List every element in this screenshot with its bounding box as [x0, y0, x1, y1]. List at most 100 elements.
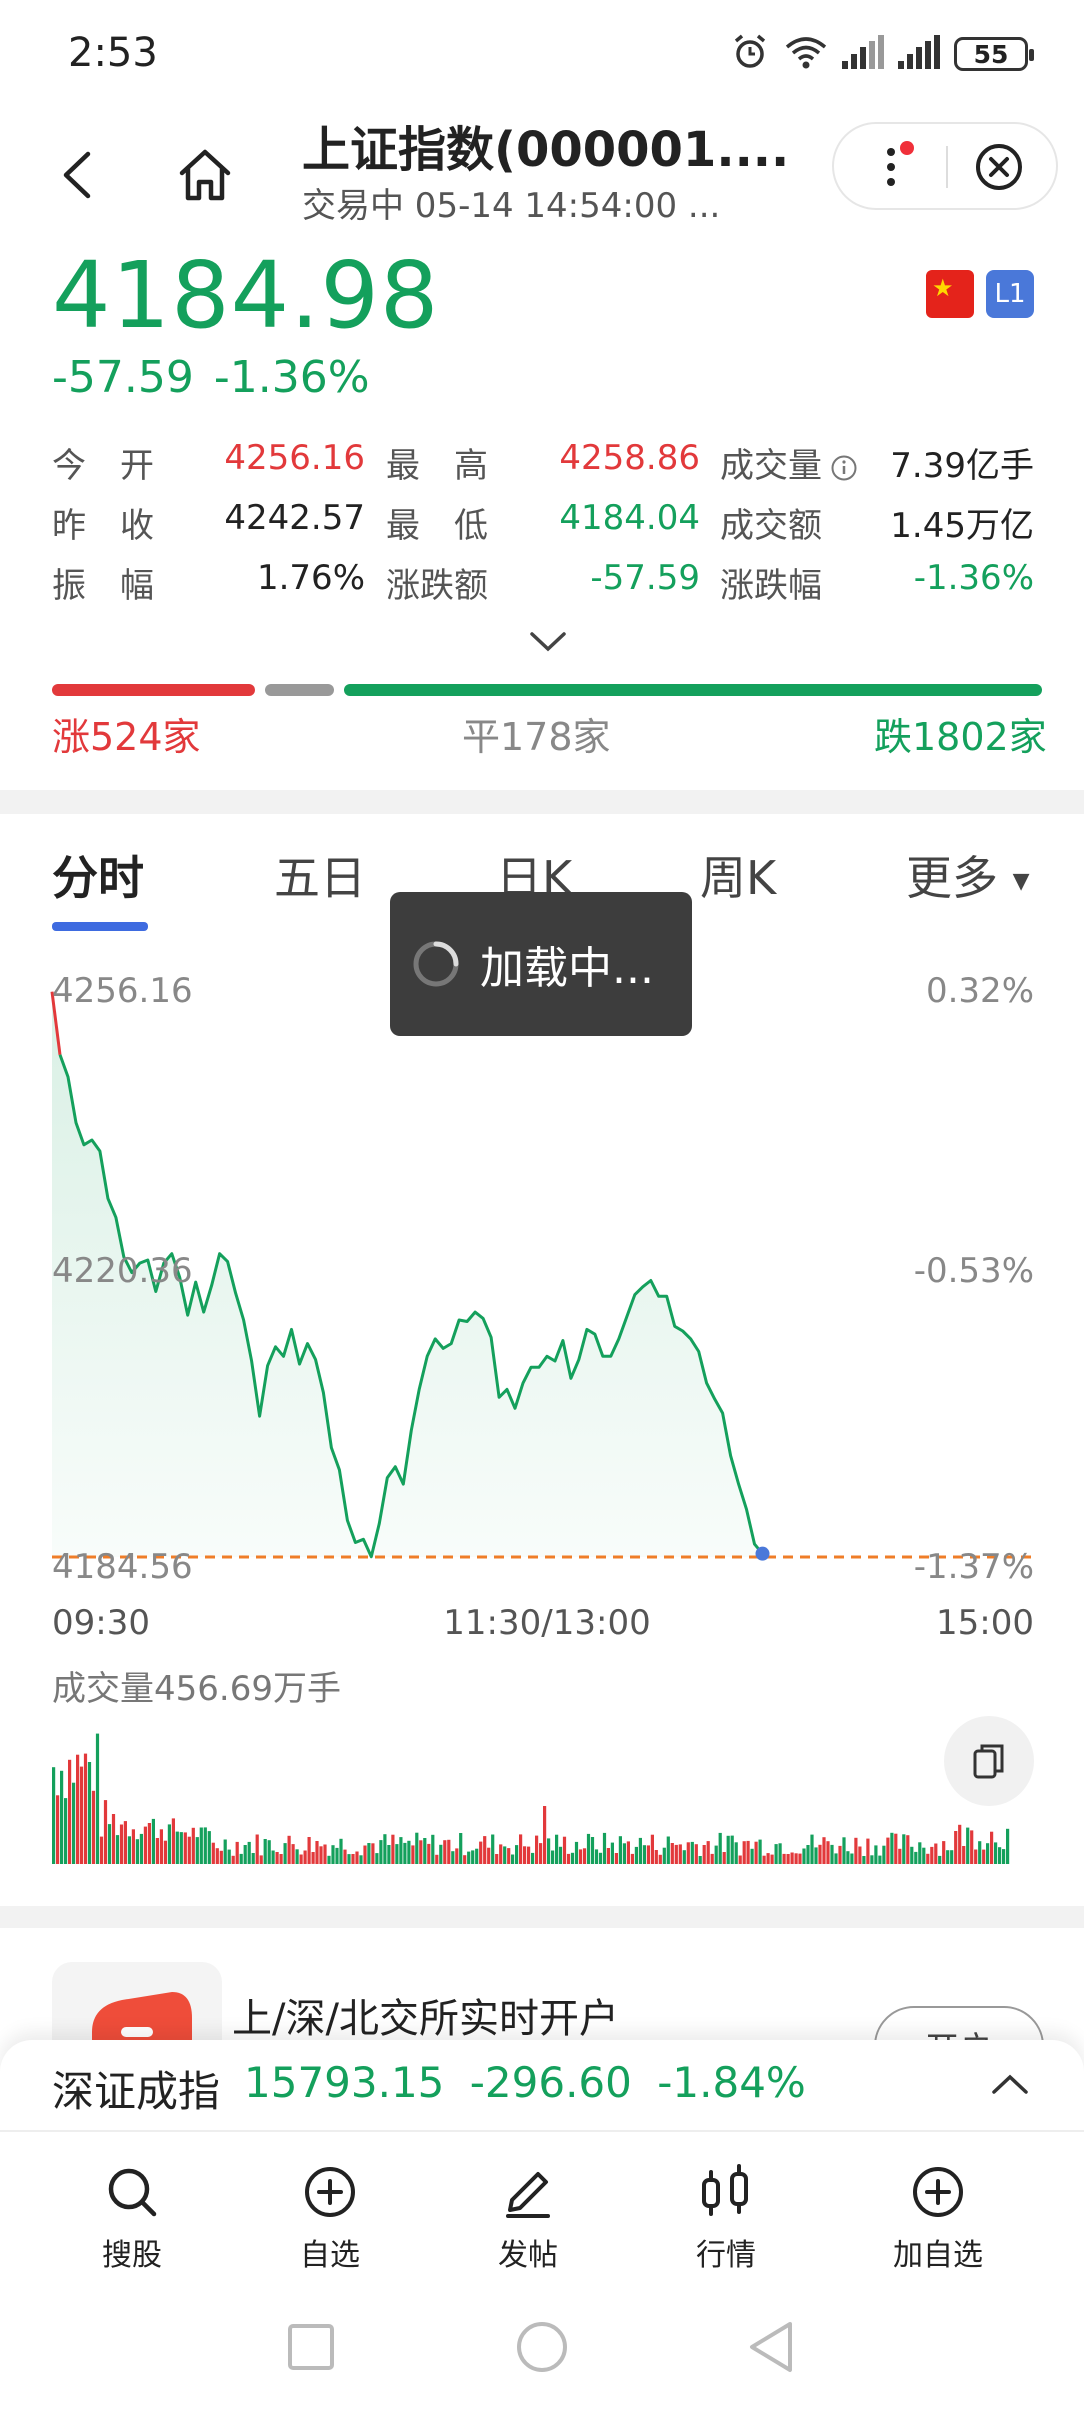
breadth-down-segment — [343, 684, 1042, 696]
stat-value: 1.76% — [256, 558, 365, 598]
tab-more[interactable]: 更多 ▼ — [906, 842, 1030, 908]
volume-bar — [551, 1850, 555, 1864]
volume-bar — [866, 1838, 870, 1864]
volume-bar — [566, 1853, 571, 1864]
volume-bar — [103, 1800, 108, 1864]
volume-bar — [954, 1831, 958, 1864]
volume-bar — [934, 1843, 938, 1864]
volume-bar — [730, 1835, 734, 1864]
volume-bar — [994, 1842, 998, 1864]
index-ticker[interactable]: 深证成指 15793.15 -296.60 -1.84% — [0, 2040, 1084, 2130]
expand-stats-button[interactable] — [524, 622, 572, 662]
volume-bar — [670, 1843, 674, 1864]
nav-watchlist[interactable]: 自选 — [250, 2160, 410, 2274]
status-icons: 55 — [730, 32, 1034, 76]
tab-weekly-k[interactable]: 周K — [700, 842, 776, 908]
volume-bar — [143, 1826, 147, 1864]
volume-bar — [483, 1836, 487, 1864]
volume-bar — [794, 1853, 798, 1864]
volume-bar — [327, 1855, 331, 1864]
caret-down-icon: ▼ — [1012, 869, 1030, 894]
unchanged-count: 平178家 — [462, 715, 611, 759]
info-icon[interactable] — [822, 446, 858, 486]
volume-bar — [511, 1854, 515, 1864]
loading-toast: 加载中... — [390, 892, 692, 1036]
more-button[interactable] — [864, 134, 930, 200]
pct-label-bottom: -1.37% — [914, 1547, 1034, 1587]
tab-five-day[interactable]: 五日 — [274, 842, 366, 908]
expand-ticker-button[interactable] — [986, 2062, 1034, 2106]
add-circle-icon — [906, 2160, 970, 2224]
volume-bar — [535, 1835, 539, 1864]
nav-post[interactable]: 发帖 — [448, 2160, 608, 2274]
tab-intraday[interactable]: 分时 — [52, 842, 144, 908]
volume-bar — [99, 1836, 104, 1864]
volume-bar — [199, 1827, 203, 1864]
volume-bar — [427, 1843, 431, 1864]
nav-add-watchlist[interactable]: 加自选 — [858, 2160, 1018, 2274]
volume-bar — [1006, 1828, 1010, 1864]
volume-bar — [574, 1841, 579, 1864]
stat-value: 4258.86 — [559, 438, 700, 478]
back-nav-button[interactable] — [750, 2322, 792, 2372]
volume-bar — [191, 1827, 195, 1864]
home-button[interactable] — [172, 140, 238, 210]
volume-bar — [606, 1848, 610, 1864]
back-button[interactable] — [52, 140, 102, 210]
nav-search-stock[interactable]: 搜股 — [52, 2160, 212, 2274]
volume-bar — [255, 1834, 259, 1864]
volume-bar — [610, 1842, 614, 1864]
volume-bar — [291, 1844, 295, 1864]
x-label-open: 09:30 — [52, 1603, 150, 1643]
volume-bar — [367, 1843, 371, 1864]
volume-bar — [898, 1848, 902, 1864]
volume-bar — [203, 1827, 207, 1864]
volume-bar — [56, 1795, 60, 1864]
stat-label: 昨 收 — [52, 506, 154, 546]
volume-bar — [195, 1837, 199, 1864]
volume-bar — [231, 1855, 235, 1864]
volume-bar — [710, 1853, 714, 1864]
stat-label: 成交量 — [720, 438, 858, 487]
volume-bar — [371, 1843, 375, 1864]
volume-bar — [447, 1839, 451, 1864]
volume-bar — [539, 1843, 543, 1864]
volume-bar — [890, 1832, 894, 1864]
volume-bar — [175, 1831, 179, 1864]
volume-bar — [682, 1850, 686, 1864]
nav-market[interactable]: 行情 — [646, 2160, 806, 2274]
alarm-icon — [730, 32, 770, 76]
intraday-chart[interactable]: 4256.16 4220.36 4184.56 0.32% -0.53% -1.… — [0, 950, 1084, 1880]
volume-bar — [383, 1834, 387, 1864]
close-button[interactable] — [964, 134, 1034, 200]
volume-bar — [163, 1840, 167, 1864]
volume-bar — [842, 1837, 846, 1864]
y-label-bottom: 4184.56 — [52, 1547, 193, 1587]
volume-bar — [64, 1798, 68, 1864]
change-percent: -1.36% — [213, 352, 370, 403]
market-breadth-bar — [52, 684, 1042, 696]
volume-bar — [147, 1823, 151, 1864]
status-time: 2:53 — [68, 30, 158, 76]
volume-bar — [914, 1851, 918, 1864]
stat-label: 成交额 — [720, 506, 822, 546]
volume-bar — [235, 1841, 239, 1864]
level1-badge[interactable]: L1 — [986, 270, 1034, 318]
volume-bar — [439, 1844, 443, 1864]
recents-button[interactable] — [288, 2324, 334, 2370]
y-label-top: 4256.16 — [52, 971, 193, 1011]
loading-text: 加载中... — [480, 943, 654, 994]
copy-button[interactable] — [944, 1716, 1034, 1806]
stat-label: 今 开 — [52, 446, 154, 486]
volume-bar — [974, 1849, 978, 1864]
ticker-change-pct: -1.84% — [657, 2058, 806, 2107]
home-nav-button[interactable] — [517, 2322, 567, 2372]
volume-bar — [275, 1852, 279, 1864]
volume-bar — [634, 1846, 638, 1864]
pct-label-top: 0.32% — [926, 971, 1034, 1011]
candlestick-icon — [694, 2160, 758, 2224]
volume-bar — [251, 1853, 255, 1864]
chevron-down-icon — [530, 632, 566, 652]
volume-bar — [523, 1846, 527, 1864]
volume-bar — [926, 1853, 930, 1864]
